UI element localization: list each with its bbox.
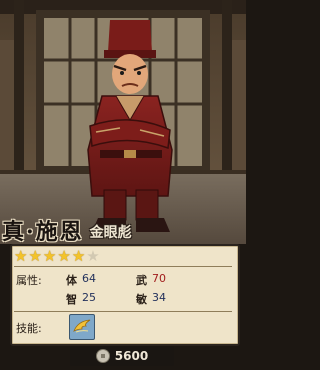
stat-value-wu: 70: [152, 272, 166, 285]
cost-bar: 5600: [70, 346, 174, 366]
star-filled-icon: ★: [28, 247, 42, 265]
character-card[interactable]: 真·施恩 金眼彪 ★ ★ ★ ★ ★ ★ 属性: 体 64 武 70 智 25 敏 34 …: [0, 0, 246, 370]
star-filled-icon: ★: [42, 247, 57, 265]
character-nickname: 金眼彪: [89, 225, 132, 241]
star-empty-icon: ★: [86, 247, 100, 265]
divider: [14, 266, 232, 267]
stat-name-wu: 武: [136, 274, 147, 287]
name-plate: 真·施恩 金眼彪: [2, 206, 132, 246]
stat-value-min: 34: [152, 291, 166, 304]
stat-name-zhi: 智: [66, 293, 77, 306]
stat-name-min: 敏: [136, 293, 147, 306]
stat-name-ti: 体: [66, 274, 77, 287]
cost-value: 5600: [114, 349, 149, 363]
star-filled-icon: ★: [71, 247, 86, 265]
stats-label: 属性:: [16, 274, 42, 287]
star-filled-icon: ★: [57, 247, 71, 265]
character-name: 真·施恩: [2, 219, 84, 245]
star-filled-icon: ★: [14, 247, 28, 265]
skills-label: 技能:: [16, 322, 42, 335]
skill-slot[interactable]: [69, 314, 95, 340]
golden-wing-icon: [73, 319, 91, 333]
stat-value-zhi: 25: [82, 291, 96, 304]
stat-value-ti: 64: [82, 272, 96, 285]
star-rating: ★ ★ ★ ★ ★ ★: [14, 248, 100, 264]
coin-icon: [95, 349, 110, 363]
divider: [14, 311, 232, 312]
